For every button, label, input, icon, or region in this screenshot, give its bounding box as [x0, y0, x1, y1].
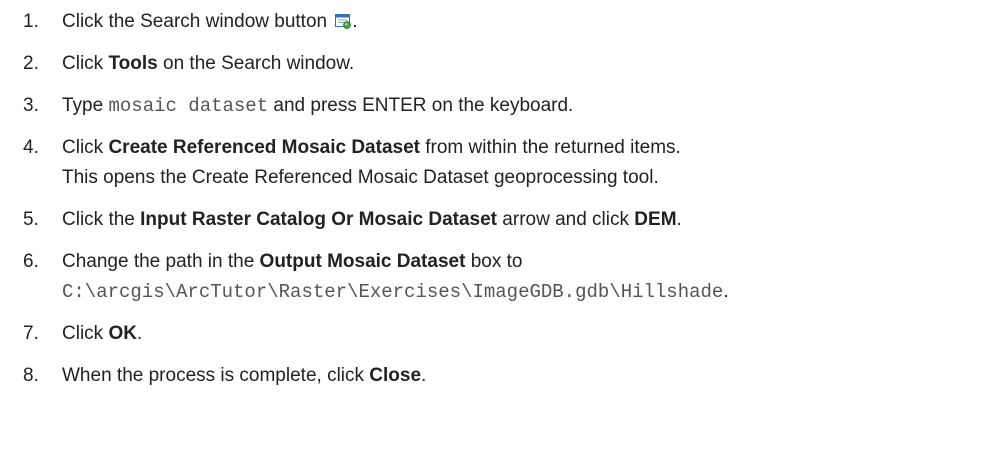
step-number: 3. — [23, 95, 39, 116]
step-number: 6. — [23, 251, 39, 272]
ui-term: OK — [108, 323, 137, 344]
step-text-part: arrow and click — [497, 209, 635, 230]
step-text-line2: C:\arcgis\ArcTutor\Raster\Exercises\Imag… — [62, 277, 729, 307]
ui-term: DEM — [634, 209, 677, 230]
typed-text: mosaic dataset — [108, 95, 269, 117]
step-text-part: from within the returned items. — [419, 137, 681, 158]
ui-term: Close — [369, 365, 422, 386]
step-number: 5. — [23, 209, 39, 230]
step-text-part: . — [352, 11, 358, 32]
step-text-part: Type — [62, 95, 109, 116]
step-text-part: on the Search window. — [157, 53, 355, 74]
step-text: When the process is complete, click Clos… — [62, 361, 426, 391]
step-text-part: . — [676, 209, 682, 230]
step-text-part: Click the — [62, 209, 141, 230]
step-text: Change the path in the Output Mosaic Dat… — [62, 247, 522, 277]
step-number: 2. — [23, 53, 39, 74]
ui-term: Input Raster Catalog Or Mosaic Dataset — [140, 209, 498, 230]
step-number: 8. — [23, 365, 39, 386]
step-text: Click OK. — [62, 319, 142, 349]
step-text-part: . — [421, 365, 427, 386]
step-text: Click the Search window button . — [62, 7, 358, 37]
step-text-part: Click — [62, 53, 109, 74]
ui-term: Output Mosaic Dataset — [259, 251, 466, 272]
search-window-icon — [335, 13, 352, 29]
step-text-line2: This opens the Create Referenced Mosaic … — [62, 167, 659, 188]
step-text-part: When the process is complete, click — [62, 365, 370, 386]
step-text: Click Create Referenced Mosaic Dataset f… — [62, 133, 681, 163]
step-number: 7. — [23, 323, 39, 344]
step-number: 1. — [23, 11, 39, 32]
ui-term: Tools — [108, 53, 158, 74]
step-text-part: and press ENTER on the keyboard. — [268, 95, 574, 116]
step-text-part: box to — [465, 251, 523, 272]
step-text: Click Tools on the Search window. — [62, 49, 354, 79]
step-text: Click the Input Raster Catalog Or Mosaic… — [62, 205, 682, 235]
step-text-part: Click the Search window button — [62, 11, 333, 32]
path-text: C:\arcgis\ArcTutor\Raster\Exercises\Imag… — [62, 281, 724, 303]
step-text-part: . — [136, 323, 143, 344]
step-text: Type mosaic dataset and press ENTER on t… — [62, 91, 573, 121]
step-number: 4. — [23, 137, 39, 158]
step-text-part: . — [723, 281, 729, 302]
ui-term: Create Referenced Mosaic Dataset — [108, 137, 420, 158]
step-text-part: Change the path in the — [62, 251, 260, 272]
step-text-part: Click — [62, 323, 109, 344]
step-text-part: Click — [62, 137, 109, 158]
